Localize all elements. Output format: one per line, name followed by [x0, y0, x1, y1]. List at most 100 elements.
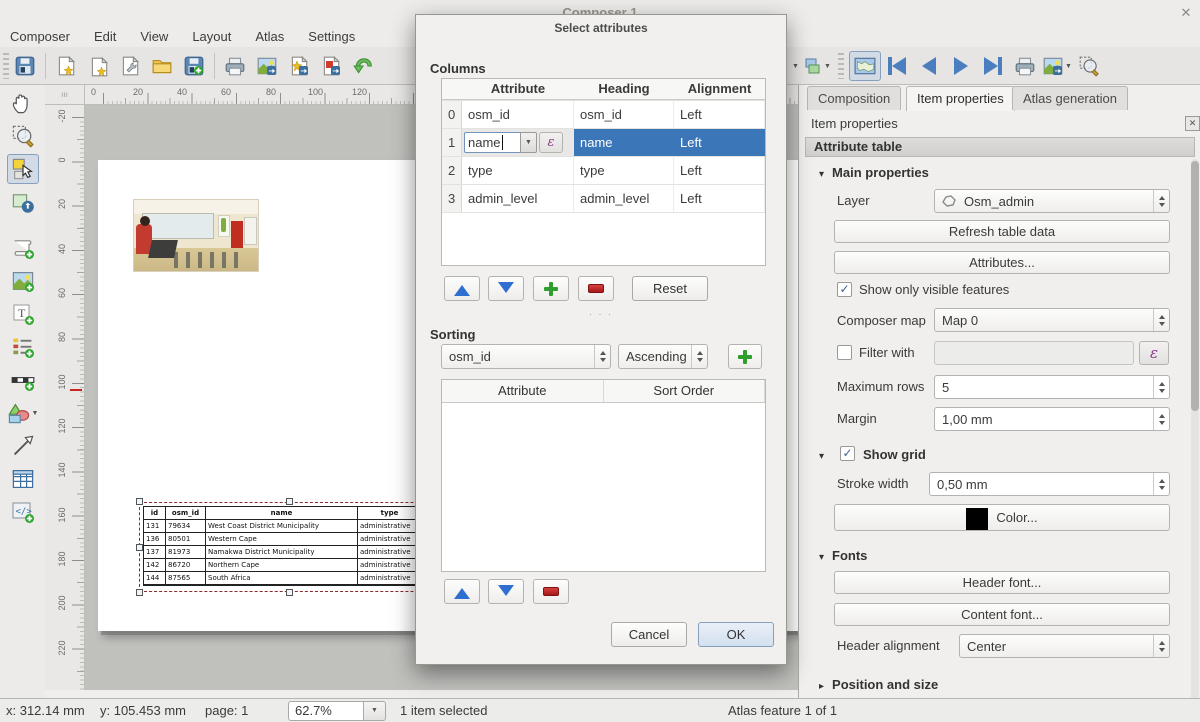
selection-handle[interactable]	[286, 498, 293, 505]
duplicate-composition-button[interactable]	[82, 51, 114, 81]
menu-atlas[interactable]: Atlas	[255, 29, 284, 44]
export-image-button[interactable]	[251, 51, 283, 81]
move-item-content-tool[interactable]	[7, 187, 39, 217]
grid-color-button[interactable]: Color...	[834, 504, 1170, 531]
combo-dropdown-icon[interactable]: ▼	[520, 132, 537, 153]
atlas-first-feature-button[interactable]	[881, 51, 913, 81]
alignment-cell[interactable]: Left	[674, 185, 765, 212]
move-column-down-button[interactable]	[488, 276, 524, 301]
selection-handle[interactable]	[136, 544, 143, 551]
expression-builder-button[interactable]: ε	[1139, 341, 1169, 365]
sort-order-combobox[interactable]: Ascending	[618, 344, 708, 369]
toolbar-grip[interactable]	[838, 53, 844, 79]
show-only-visible-checkbox[interactable]: ✓	[837, 282, 852, 297]
expression-builder-button[interactable]: ε	[539, 132, 563, 153]
add-shape-tool[interactable]: ▼	[7, 398, 39, 428]
attribute-edit-input[interactable]: name	[464, 132, 520, 153]
sort-attribute-combobox[interactable]: osm_id	[441, 344, 611, 369]
save-project-button[interactable]	[9, 51, 41, 81]
columns-row-1-selected[interactable]: 1 name ▼ ε name Left	[442, 129, 765, 157]
ok-button[interactable]: OK	[698, 622, 774, 647]
add-attribute-table-tool[interactable]	[7, 464, 39, 494]
open-template-button[interactable]	[146, 51, 178, 81]
menu-settings[interactable]: Settings	[308, 29, 355, 44]
tab-composition[interactable]: Composition	[807, 86, 901, 110]
remove-column-button[interactable]	[578, 276, 614, 301]
menu-composer[interactable]: Composer	[10, 29, 70, 44]
menu-edit[interactable]: Edit	[94, 29, 116, 44]
add-legend-tool[interactable]	[7, 332, 39, 362]
menu-layout[interactable]: Layout	[192, 29, 231, 44]
atlas-settings-button[interactable]	[1073, 51, 1105, 81]
layer-combobox[interactable]: Osm_admin	[934, 189, 1170, 213]
add-image-tool[interactable]	[7, 266, 39, 296]
header-alignment-combobox[interactable]: Center	[959, 634, 1170, 658]
move-sort-up-button[interactable]	[444, 579, 480, 604]
selection-handle[interactable]	[286, 589, 293, 596]
heading-cell[interactable]: type	[574, 157, 674, 184]
atlas-last-feature-button[interactable]	[977, 51, 1009, 81]
raise-items-button[interactable]: ▼	[801, 51, 833, 81]
section-main-properties[interactable]: ▾Main properties	[819, 165, 929, 180]
add-new-map-tool[interactable]	[7, 233, 39, 263]
reset-button[interactable]: Reset	[632, 276, 708, 301]
selection-handle[interactable]	[136, 589, 143, 596]
atlas-previous-feature-button[interactable]	[913, 51, 945, 81]
undo-button[interactable]	[347, 51, 379, 81]
filter-expression-input[interactable]	[934, 341, 1134, 365]
atlas-next-feature-button[interactable]	[945, 51, 977, 81]
print-button[interactable]	[219, 51, 251, 81]
zoom-level-input[interactable]: 62.7%	[288, 701, 364, 721]
section-fonts[interactable]: ▾Fonts	[819, 548, 867, 563]
maximum-rows-spinner[interactable]: 5	[934, 375, 1170, 399]
panel-scrollbar-thumb[interactable]	[1191, 161, 1199, 411]
add-column-button[interactable]	[533, 276, 569, 301]
move-sort-down-button[interactable]	[488, 579, 524, 604]
stroke-width-spinner[interactable]: 0,50 mm	[929, 472, 1170, 496]
zoom-dropdown-icon[interactable]: ▼	[364, 701, 386, 721]
export-svg-button[interactable]	[283, 51, 315, 81]
add-html-frame-tool[interactable]: </>	[7, 497, 39, 527]
select-move-item-tool[interactable]	[7, 154, 39, 184]
cancel-button[interactable]: Cancel	[611, 622, 687, 647]
export-atlas-button[interactable]: ▼	[1041, 51, 1073, 81]
classroom-photo-item[interactable]	[133, 199, 259, 272]
attribute-cell[interactable]: admin_level	[462, 185, 574, 212]
menu-view[interactable]: View	[140, 29, 168, 44]
section-position-and-size[interactable]: ▸Position and size	[819, 677, 938, 692]
filter-with-checkbox[interactable]	[837, 345, 852, 360]
add-sort-button[interactable]	[728, 344, 762, 369]
heading-cell[interactable]: osm_id	[574, 101, 674, 128]
tab-atlas-generation[interactable]: Atlas generation	[1012, 86, 1128, 110]
print-atlas-button[interactable]	[1009, 51, 1041, 81]
show-grid-checkbox[interactable]: ✓	[840, 446, 855, 461]
columns-row-2[interactable]: 2 type type Left	[442, 157, 765, 185]
attribute-cell[interactable]: type	[462, 157, 574, 184]
attribute-cell[interactable]: osm_id	[462, 101, 574, 128]
sorting-table[interactable]: Attribute Sort Order	[441, 379, 766, 572]
selection-handle[interactable]	[136, 498, 143, 505]
splitter-handle[interactable]: · · ·	[416, 309, 786, 319]
panel-close-icon[interactable]: ✕	[1185, 116, 1200, 131]
heading-cell[interactable]: admin_level	[574, 185, 674, 212]
attribute-cell-editor[interactable]: name ▼ ε	[462, 129, 574, 156]
composer-map-combobox[interactable]: Map 0	[934, 308, 1170, 332]
window-close-icon[interactable]: ✕	[1178, 5, 1194, 21]
header-font-button[interactable]: Header font...	[834, 571, 1170, 594]
add-arrow-tool[interactable]	[7, 431, 39, 461]
content-font-button[interactable]: Content font...	[834, 603, 1170, 626]
alignment-cell[interactable]: Left	[674, 157, 765, 184]
remove-sort-button[interactable]	[533, 579, 569, 604]
new-composition-button[interactable]	[50, 51, 82, 81]
tab-item-properties[interactable]: Item properties	[906, 86, 1015, 111]
atlas-preview-toggle[interactable]	[849, 51, 881, 81]
columns-row-0[interactable]: 0 osm_id osm_id Left	[442, 101, 765, 129]
move-column-up-button[interactable]	[444, 276, 480, 301]
pan-tool[interactable]	[7, 88, 39, 118]
columns-row-3[interactable]: 3 admin_level admin_level Left	[442, 185, 765, 213]
margin-spinner[interactable]: 1,00 mm	[934, 407, 1170, 431]
alignment-cell[interactable]: Left	[674, 101, 765, 128]
alignment-cell[interactable]: Left	[674, 129, 765, 156]
refresh-table-data-button[interactable]: Refresh table data	[834, 220, 1170, 243]
columns-table[interactable]: Attribute Heading Alignment 0 osm_id osm…	[441, 78, 766, 266]
